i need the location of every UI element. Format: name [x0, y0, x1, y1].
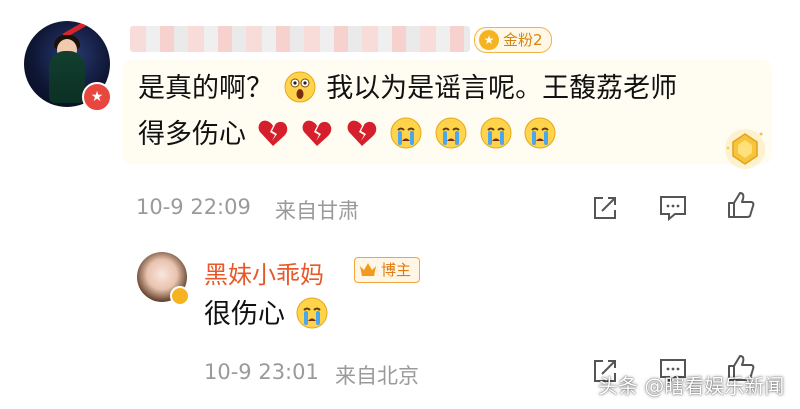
broken-heart-emoji [302, 120, 332, 146]
reply-verified-icon [170, 286, 190, 306]
like-icon[interactable] [726, 190, 756, 220]
crown-icon [360, 263, 376, 276]
reply-text: 很伤心 [204, 293, 330, 337]
blogger-badge-label: 博主 [381, 261, 412, 279]
comment-text-part2: 我以为是谣言呢。王馥荔老师 [326, 73, 678, 104]
crying-emoji [296, 297, 328, 328]
comment-text: 是真的啊？ 我以为是谣言呢。王馥荔老师 得多伤心 [138, 66, 738, 158]
watermark: 头条 @瞎看娱乐新闻 [598, 374, 785, 398]
fan-badge-label: 金粉2 [503, 31, 543, 49]
crying-emoji [480, 117, 512, 148]
crying-emoji [524, 117, 556, 148]
comment-time: 10-9 22:09 [136, 195, 251, 219]
commenter-name-blurred[interactable] [130, 26, 470, 52]
shocked-emoji [284, 71, 316, 102]
broken-heart-emoji [258, 120, 287, 146]
comment-icon[interactable] [658, 193, 688, 223]
share-icon[interactable] [590, 193, 620, 223]
fan-badge: ★ 金粉2 [474, 27, 552, 53]
comment-text-part3: 得多伤心 [138, 119, 246, 150]
crying-emoji [390, 117, 422, 148]
gold-fan-badge-icon [725, 129, 765, 169]
reply-time: 10-9 23:01 [204, 360, 319, 384]
fan-badge-icon: ★ [479, 30, 499, 50]
reply-location: 来自北京 [335, 364, 419, 388]
verified-badge-icon: ★ [82, 82, 112, 112]
reply-text-body: 很伤心 [204, 299, 285, 330]
broken-heart-emoji [347, 120, 377, 146]
reply-username[interactable]: 黑妹小乖妈 [204, 255, 324, 290]
blogger-badge: 博主 [354, 257, 421, 283]
comment-location: 来自甘肃 [275, 199, 359, 223]
crying-emoji [435, 117, 467, 148]
comment-text-part1: 是真的啊？ [138, 73, 273, 104]
